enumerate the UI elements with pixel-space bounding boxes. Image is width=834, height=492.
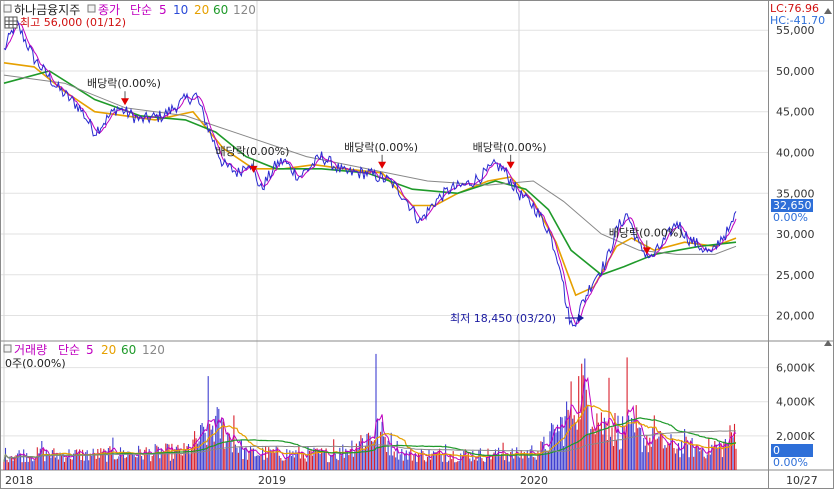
volume-tick-label: 4,000K	[776, 396, 815, 409]
volume-legend-ma120[interactable]: 120	[142, 343, 165, 357]
price-tick-label: 30,000	[776, 228, 815, 241]
legend-ma120[interactable]: 120	[233, 3, 256, 17]
dividend-label: 배당락(0.00%)	[87, 77, 161, 90]
low-price-label: 최저 18,450 (03/20)	[450, 312, 556, 325]
stock-chart[interactable]: 배당락(0.00%) 배당락(0.00%) 배당락(0.00%) 배당락(0.00%)…	[0, 0, 834, 489]
volume-tick-label: 6,000K	[776, 362, 815, 375]
legend-toggle-icon[interactable]	[87, 4, 96, 13]
current-volume-change: 0.00%	[773, 456, 808, 469]
high-price-label: 최고 56,000 (01/12)	[20, 16, 126, 29]
price-tick-label: 50,000	[776, 65, 815, 78]
chart-canvas: 배당락(0.00%) 배당락(0.00%) 배당락(0.00%) 배당락(0.00%)…	[0, 0, 834, 489]
volume-tick-label: 2,000K	[776, 430, 815, 443]
legend-toggle-icon[interactable]	[3, 4, 12, 13]
volume-legend-toggle-icon[interactable]	[3, 344, 12, 353]
dividend-label: 배당락(0.00%)	[473, 141, 547, 154]
x-tick-label: 2018	[5, 474, 33, 487]
x-tick-label: 2019	[258, 474, 286, 487]
legend-stock-name: 하나금융지주	[14, 3, 80, 17]
dividend-label: 배당락(0.00%)	[344, 141, 418, 154]
price-tick-label: 20,000	[776, 310, 815, 323]
legend-ma60[interactable]: 60	[213, 3, 228, 17]
price-tick-label: 45,000	[776, 106, 815, 119]
dividend-label: 배당락(0.00%)	[216, 145, 290, 158]
grid-icon[interactable]	[4, 16, 18, 29]
legend-ma20[interactable]: 20	[194, 3, 209, 17]
current-price-change: 0.00%	[773, 211, 808, 224]
legend-ma5[interactable]: 5	[159, 3, 167, 17]
volume-legend-ma-label[interactable]: 단순	[58, 343, 80, 357]
volume-sub-label: 0주(0.00%)	[5, 357, 66, 370]
x-tick-label: 2020	[520, 474, 548, 487]
volume-legend-ma20[interactable]: 20	[101, 343, 116, 357]
legend-ma-label[interactable]: 단순	[130, 3, 152, 17]
legend-ma10[interactable]: 10	[173, 3, 188, 17]
dividend-label: 배당락(0.00%)	[609, 226, 683, 239]
x-tick-label-end: 10/27	[786, 474, 818, 487]
volume-axis-ticks: 2,000K 4,000K 6,000K	[776, 362, 815, 443]
volume-legend-name[interactable]: 거래량	[14, 343, 47, 357]
volume-legend-ma5[interactable]: 5	[86, 343, 94, 357]
price-tick-label: 25,000	[776, 269, 815, 282]
hc-label: HC:-41.70	[770, 14, 825, 27]
legend-price-label[interactable]: 종가	[98, 3, 120, 17]
price-tick-label: 40,000	[776, 147, 815, 160]
volume-legend-ma60[interactable]: 60	[121, 343, 136, 357]
price-legend[interactable]: 하나금융지주	[14, 3, 80, 17]
